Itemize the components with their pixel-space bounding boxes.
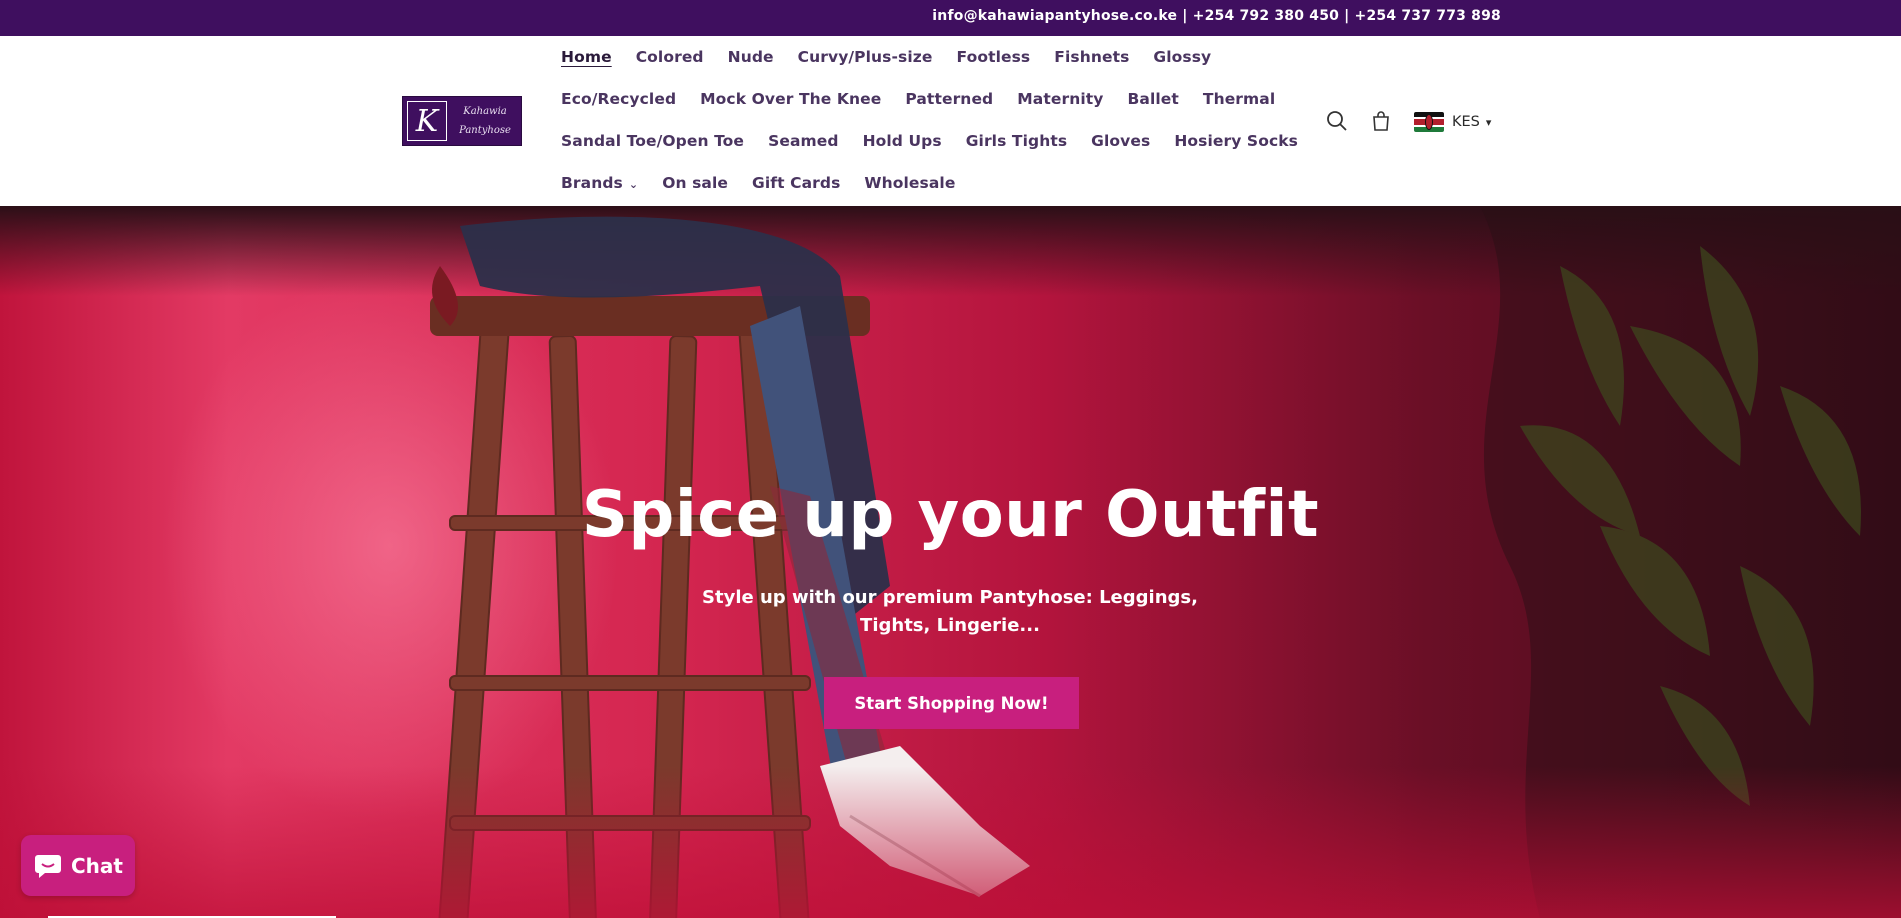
- hero-banner: Spice up your Outfit Style up with our p…: [0, 206, 1901, 918]
- nav-hold-ups[interactable]: Hold Ups: [863, 132, 942, 150]
- nav-wholesale[interactable]: Wholesale: [864, 174, 955, 192]
- kenya-flag-icon: [1414, 112, 1444, 132]
- chat-bubble-icon: [35, 854, 61, 878]
- nav-gift-cards[interactable]: Gift Cards: [752, 174, 840, 192]
- nav-curvy-plus-size[interactable]: Curvy/Plus-size: [798, 48, 933, 66]
- nav-row-1: Home Colored Nude Curvy/Plus-size Footle…: [549, 36, 1223, 78]
- site-header: K Kahawia Pantyhose Home Colored Nude Cu…: [0, 36, 1901, 206]
- cart-icon: [1373, 111, 1389, 131]
- nav-thermal[interactable]: Thermal: [1203, 90, 1275, 108]
- chevron-down-icon: ⌄: [628, 178, 639, 191]
- currency-code: KES: [1452, 114, 1480, 130]
- search-icon: [1327, 111, 1347, 131]
- nav-home[interactable]: Home: [561, 48, 612, 66]
- chat-button[interactable]: Chat: [21, 835, 135, 896]
- nav-girls-tights[interactable]: Girls Tights: [966, 132, 1067, 150]
- nav-footless[interactable]: Footless: [957, 48, 1031, 66]
- hero-title: Spice up your Outfit: [581, 478, 1320, 552]
- nav-seamed[interactable]: Seamed: [768, 132, 839, 150]
- nav-row-4: Brands ⌄ On sale Gift Cards Wholesale: [549, 162, 967, 204]
- chevron-down-icon: ▾: [1485, 115, 1492, 129]
- nav-brands-label: Brands: [561, 174, 623, 192]
- logo-wordmark: Kahawia Pantyhose: [459, 106, 511, 136]
- nav-brands[interactable]: Brands ⌄: [561, 174, 638, 192]
- nav-row-2: Eco/Recycled Mock Over The Knee Patterne…: [549, 78, 1287, 120]
- nav-hosiery-socks[interactable]: Hosiery Socks: [1174, 132, 1298, 150]
- nav-colored[interactable]: Colored: [636, 48, 704, 66]
- nav-on-sale[interactable]: On sale: [662, 174, 728, 192]
- nav-mock-over-the-knee[interactable]: Mock Over The Knee: [700, 90, 881, 108]
- nav-ballet[interactable]: Ballet: [1127, 90, 1178, 108]
- nav-row-3: Sandal Toe/Open Toe Seamed Hold Ups Girl…: [549, 120, 1310, 162]
- announcement-bar: info@kahawiapantyhose.co.ke | +254 792 3…: [0, 0, 1901, 36]
- contact-info: info@kahawiapantyhose.co.ke | +254 792 3…: [932, 8, 1501, 24]
- nav-fishnets[interactable]: Fishnets: [1054, 48, 1129, 66]
- nav-maternity[interactable]: Maternity: [1017, 90, 1103, 108]
- currency-selector[interactable]: KES ▾: [1414, 108, 1491, 136]
- hero-subtitle: Style up with our premium Pantyhose: Leg…: [702, 587, 1198, 636]
- logo-letter: K: [407, 101, 447, 141]
- store-logo[interactable]: K Kahawia Pantyhose: [402, 96, 522, 146]
- nav-patterned[interactable]: Patterned: [905, 90, 993, 108]
- search-button[interactable]: [1322, 106, 1352, 136]
- nav-sandal-toe[interactable]: Sandal Toe/Open Toe: [561, 132, 744, 150]
- nav-eco-recycled[interactable]: Eco/Recycled: [561, 90, 676, 108]
- nav-glossy[interactable]: Glossy: [1153, 48, 1211, 66]
- cart-button[interactable]: [1366, 106, 1396, 136]
- chat-label: Chat: [71, 853, 123, 878]
- start-shopping-button[interactable]: Start Shopping Now!: [824, 677, 1079, 729]
- nav-gloves[interactable]: Gloves: [1091, 132, 1150, 150]
- nav-nude[interactable]: Nude: [728, 48, 774, 66]
